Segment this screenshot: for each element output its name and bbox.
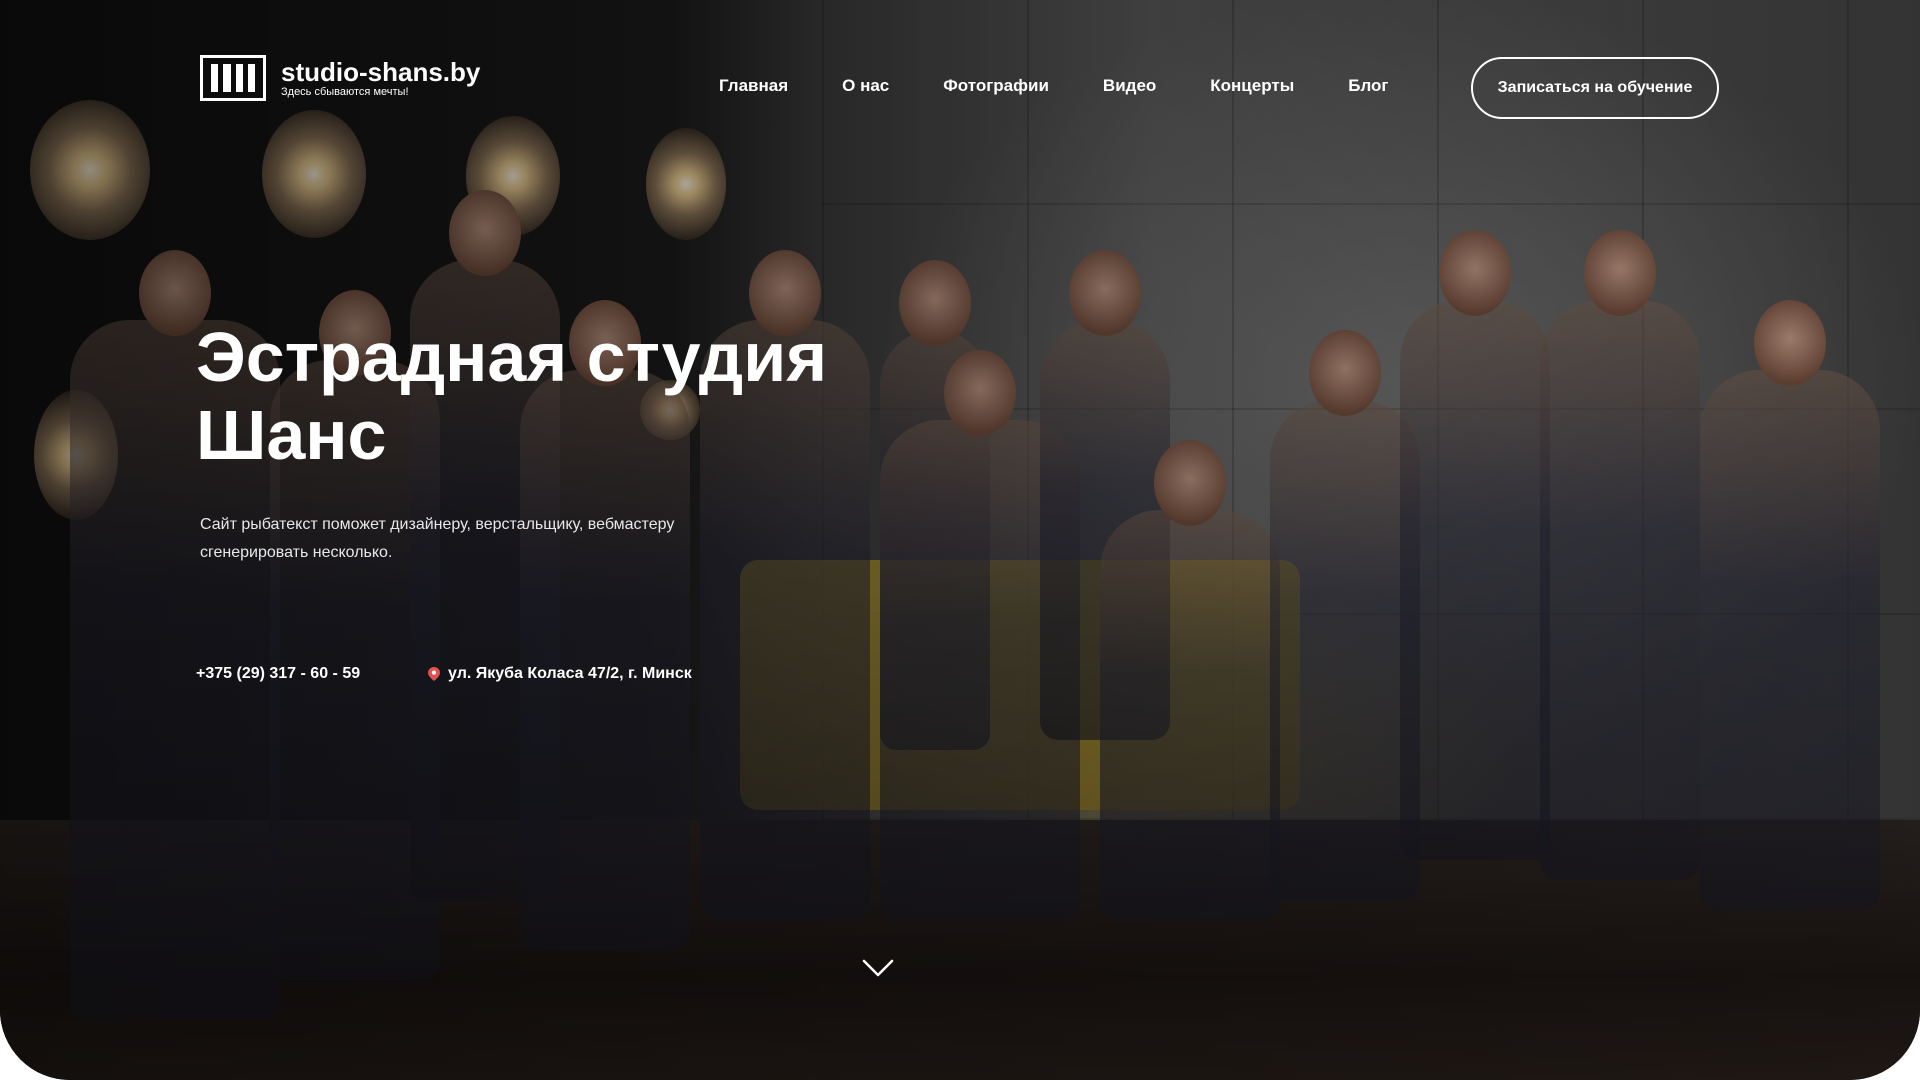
address-text: ул. Якуба Коласа 47/2, г. Минск xyxy=(448,665,692,682)
nav-item-concerts[interactable]: Концерты xyxy=(1210,76,1294,96)
main-nav: Главная О нас Фотографии Видео Концерты … xyxy=(719,76,1388,96)
map-pin-icon xyxy=(428,667,440,681)
page-title: Эстрадная студия Шанс xyxy=(196,318,896,474)
logo-slogan: Здесь сбываются мечты! xyxy=(281,85,409,98)
address: ул. Якуба Коласа 47/2, г. Минск xyxy=(428,665,692,683)
nav-item-about[interactable]: О нас xyxy=(842,76,889,96)
page-title-line-2: Шанс xyxy=(196,396,387,474)
phone-link[interactable]: +375 (29) 317 - 60 - 59 xyxy=(196,665,360,683)
nav-item-photos[interactable]: Фотографии xyxy=(943,76,1049,96)
chevron-down-icon[interactable] xyxy=(862,958,894,978)
site-logo[interactable]: studio-shans.by Здесь сбываются мечты! xyxy=(200,55,480,101)
hero-section: studio-shans.by Здесь сбываются мечты! Г… xyxy=(0,0,1920,1080)
nav-item-home[interactable]: Главная xyxy=(719,76,788,96)
logo-text: studio-shans.by Здесь сбываются мечты! xyxy=(281,58,480,99)
nav-item-video[interactable]: Видео xyxy=(1103,76,1156,96)
page-title-line-1: Эстрадная студия xyxy=(196,318,828,396)
nav-item-blog[interactable]: Блог xyxy=(1348,76,1388,96)
enroll-button[interactable]: Записаться на обучение xyxy=(1471,57,1719,119)
piano-keys-logo-icon xyxy=(200,55,266,101)
logo-title: studio-shans.by xyxy=(281,56,481,87)
hero-subtitle: Сайт рыбатекст поможет дизайнеру, верста… xyxy=(200,516,675,561)
